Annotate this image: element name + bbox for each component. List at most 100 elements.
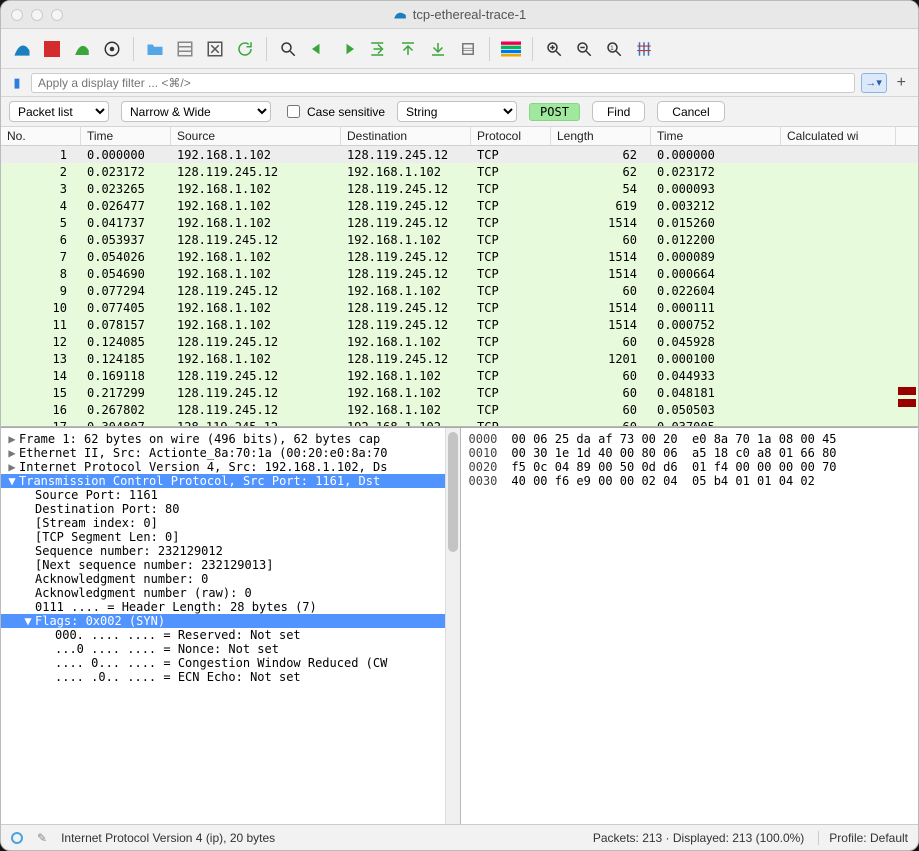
packet-details-pane[interactable]: ▶Frame 1: 62 bytes on wire (496 bits), 6… [1, 428, 460, 824]
table-row[interactable]: 140.169118128.119.245.12192.168.1.102TCP… [1, 367, 918, 384]
details-scrollbar[interactable] [445, 428, 460, 824]
detail-line[interactable]: 000. .... .... = Reserved: Not set [1, 628, 460, 642]
app-window: tcp-ethereal-trace-1 1 ▮ →▾ + [0, 0, 919, 851]
find-type-select[interactable]: String [397, 101, 517, 122]
find-mode-select[interactable]: Narrow & Wide [121, 101, 271, 122]
cancel-button[interactable]: Cancel [657, 101, 724, 122]
detail-line[interactable]: Acknowledgment number (raw): 0 [1, 586, 460, 600]
table-row[interactable]: 160.267802128.119.245.12192.168.1.102TCP… [1, 401, 918, 418]
main-toolbar: 1 [1, 29, 918, 69]
colorize-icon[interactable] [498, 36, 524, 62]
status-packets-text: Packets: 213 · Displayed: 213 (100.0%) [593, 831, 804, 845]
find-bar: Packet list Narrow & Wide Case sensitive… [1, 97, 918, 127]
find-button[interactable]: Find [592, 101, 645, 122]
detail-line[interactable]: Acknowledgment number: 0 [1, 572, 460, 586]
table-row[interactable]: 50.041737192.168.1.102128.119.245.12TCP1… [1, 214, 918, 231]
close-dot[interactable] [11, 9, 23, 21]
filter-apply-button[interactable]: →▾ [861, 73, 887, 93]
hex-line[interactable]: 001000 30 1e 1d 40 00 80 06 a5 18 c0 a8 … [469, 446, 911, 460]
table-row[interactable]: 60.053937128.119.245.12192.168.1.102TCP6… [1, 231, 918, 248]
packet-list-body[interactable]: 10.000000192.168.1.102128.119.245.12TCP6… [1, 146, 918, 426]
detail-line[interactable]: ▶Frame 1: 62 bytes on wire (496 bits), 6… [1, 432, 460, 446]
detail-line[interactable]: Source Port: 1161 [1, 488, 460, 502]
close-file-icon[interactable] [202, 36, 228, 62]
open-file-icon[interactable] [142, 36, 168, 62]
table-row[interactable]: 30.023265192.168.1.102128.119.245.12TCP5… [1, 180, 918, 197]
detail-line[interactable]: 0111 .... = Header Length: 28 bytes (7) [1, 600, 460, 614]
find-packet-icon[interactable] [275, 36, 301, 62]
display-filter-input[interactable] [31, 73, 855, 93]
bookmark-icon[interactable]: ▮ [9, 75, 25, 91]
detail-line[interactable]: [TCP Segment Len: 0] [1, 530, 460, 544]
packet-list-pane: No.Time SourceDestination ProtocolLength… [1, 127, 918, 427]
hex-line[interactable]: 003040 00 f6 e9 00 00 02 04 05 b4 01 01 … [469, 474, 911, 488]
table-row[interactable]: 130.124185192.168.1.102128.119.245.12TCP… [1, 350, 918, 367]
bottom-split: ▶Frame 1: 62 bytes on wire (496 bits), 6… [1, 427, 918, 824]
detail-line[interactable]: ▼Flags: 0x002 (SYN) [1, 614, 460, 628]
table-row[interactable]: 40.026477192.168.1.102128.119.245.12TCP6… [1, 197, 918, 214]
window-controls[interactable] [11, 9, 63, 21]
wireshark-app-icon [393, 8, 407, 22]
detail-line[interactable]: .... 0... .... = Congestion Window Reduc… [1, 656, 460, 670]
packet-list-header[interactable]: No.Time SourceDestination ProtocolLength… [1, 127, 918, 146]
detail-line[interactable]: Destination Port: 80 [1, 502, 460, 516]
minimap-marker [898, 399, 916, 407]
tree-expanded-icon[interactable]: ▼ [5, 474, 19, 488]
detail-line[interactable]: ▶Ethernet II, Src: Actionte_8a:70:1a (00… [1, 446, 460, 460]
detail-line[interactable]: [Stream index: 0] [1, 516, 460, 530]
detail-line[interactable]: ▶Internet Protocol Version 4, Src: 192.1… [1, 460, 460, 474]
zoom-dot[interactable] [51, 9, 63, 21]
zoom-out-icon[interactable] [571, 36, 597, 62]
table-row[interactable]: 150.217299128.119.245.12192.168.1.102TCP… [1, 384, 918, 401]
filter-add-button[interactable]: + [893, 72, 910, 94]
tree-collapsed-icon[interactable]: ▶ [5, 432, 19, 446]
hex-line[interactable]: 0020f5 0c 04 89 00 50 0d d6 01 f4 00 00 … [469, 460, 911, 474]
minimap-marker [898, 387, 916, 395]
prev-packet-icon[interactable] [305, 36, 331, 62]
tree-collapsed-icon[interactable]: ▶ [5, 446, 19, 460]
status-profile-text[interactable]: Profile: Default [818, 831, 908, 845]
capture-options-icon[interactable] [99, 36, 125, 62]
table-row[interactable]: 10.000000192.168.1.102128.119.245.12TCP6… [1, 146, 918, 163]
table-row[interactable]: 120.124085128.119.245.12192.168.1.102TCP… [1, 333, 918, 350]
table-row[interactable]: 80.054690192.168.1.102128.119.245.12TCP1… [1, 265, 918, 282]
detail-line[interactable]: ▼Transmission Control Protocol, Src Port… [1, 474, 460, 488]
title-bar: tcp-ethereal-trace-1 [1, 1, 918, 29]
status-field-text: Internet Protocol Version 4 (ip), 20 byt… [61, 831, 275, 845]
find-scope-select[interactable]: Packet list [9, 101, 109, 122]
zoom-reset-icon[interactable]: 1 [601, 36, 627, 62]
resize-columns-icon[interactable] [631, 36, 657, 62]
zoom-in-icon[interactable] [541, 36, 567, 62]
table-row[interactable]: 100.077405192.168.1.102128.119.245.12TCP… [1, 299, 918, 316]
save-file-icon[interactable] [172, 36, 198, 62]
find-query-chip[interactable]: POST [529, 103, 580, 121]
expert-info-icon[interactable] [11, 832, 23, 844]
svg-text:1: 1 [610, 45, 614, 51]
detail-line[interactable]: .... .0.. .... = ECN Echo: Not set [1, 670, 460, 684]
detail-line[interactable]: [Next sequence number: 232129013] [1, 558, 460, 572]
minimize-dot[interactable] [31, 9, 43, 21]
table-row[interactable]: 170.304807128.119.245.12192.168.1.102TCP… [1, 418, 918, 426]
restart-capture-icon[interactable] [69, 36, 95, 62]
edit-prefs-icon[interactable]: ✎ [37, 831, 47, 845]
table-row[interactable]: 70.054026192.168.1.102128.119.245.12TCP1… [1, 248, 918, 265]
detail-line[interactable]: ...0 .... .... = Nonce: Not set [1, 642, 460, 656]
hex-line[interactable]: 000000 06 25 da af 73 00 20 e0 8a 70 1a … [469, 432, 911, 446]
auto-scroll-icon[interactable] [455, 36, 481, 62]
detail-line[interactable]: Sequence number: 232129012 [1, 544, 460, 558]
tree-expanded-icon[interactable]: ▼ [21, 614, 35, 628]
display-filter-bar: ▮ →▾ + [1, 69, 918, 97]
reload-icon[interactable] [232, 36, 258, 62]
packet-bytes-pane[interactable]: 000000 06 25 da af 73 00 20 e0 8a 70 1a … [460, 428, 919, 824]
table-row[interactable]: 90.077294128.119.245.12192.168.1.102TCP6… [1, 282, 918, 299]
case-sensitive-checkbox[interactable]: Case sensitive [283, 102, 385, 121]
shark-fin-icon[interactable] [9, 36, 35, 62]
tree-collapsed-icon[interactable]: ▶ [5, 460, 19, 474]
last-packet-icon[interactable] [425, 36, 451, 62]
table-row[interactable]: 20.023172128.119.245.12192.168.1.102TCP6… [1, 163, 918, 180]
first-packet-icon[interactable] [395, 36, 421, 62]
stop-capture-icon[interactable] [39, 36, 65, 62]
next-packet-icon[interactable] [335, 36, 361, 62]
goto-packet-icon[interactable] [365, 36, 391, 62]
table-row[interactable]: 110.078157192.168.1.102128.119.245.12TCP… [1, 316, 918, 333]
